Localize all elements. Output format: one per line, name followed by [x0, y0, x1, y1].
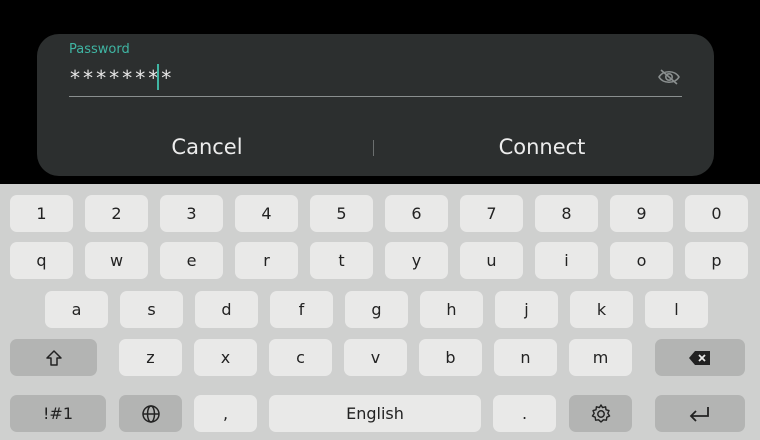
letter-key-label: e: [186, 251, 197, 270]
letter-key-label: j: [524, 300, 529, 319]
letter-key-f[interactable]: f: [270, 291, 333, 328]
letter-key-q[interactable]: q: [10, 242, 73, 279]
letter-key-label: v: [370, 348, 381, 367]
letter-key-n[interactable]: n: [494, 339, 557, 376]
letter-key-label: t: [338, 251, 345, 270]
number-key-4[interactable]: 4: [235, 195, 298, 232]
number-key-2[interactable]: 2: [85, 195, 148, 232]
number-key-label: 1: [36, 204, 47, 223]
letter-key-a[interactable]: a: [45, 291, 108, 328]
letter-key-label: o: [636, 251, 647, 270]
letter-key-label: h: [446, 300, 457, 319]
shift-icon: [45, 349, 63, 367]
enter-icon: [688, 405, 712, 423]
number-key-label: 9: [636, 204, 647, 223]
wifi-password-dialog: Password ******** Cancel Connect: [37, 34, 714, 176]
letter-key-d[interactable]: d: [195, 291, 258, 328]
letter-key-k[interactable]: k: [570, 291, 633, 328]
on-screen-keyboard: !#1 , English . 1 2 3 4 5 6 7 8 9 0 q w …: [0, 184, 760, 440]
number-key-3[interactable]: 3: [160, 195, 223, 232]
letter-key-label: n: [520, 348, 531, 367]
number-key-0[interactable]: 0: [685, 195, 748, 232]
letter-key-w[interactable]: w: [85, 242, 148, 279]
number-key-9[interactable]: 9: [610, 195, 673, 232]
globe-icon: [141, 404, 161, 424]
letter-key-label: q: [36, 251, 47, 270]
space-key-label: English: [346, 404, 404, 423]
number-key-label: 0: [711, 204, 722, 223]
letter-key-v[interactable]: v: [344, 339, 407, 376]
letter-key-z[interactable]: z: [119, 339, 182, 376]
settings-key[interactable]: [569, 395, 632, 432]
letter-key-label: f: [298, 300, 305, 319]
letter-key-l[interactable]: l: [645, 291, 708, 328]
language-key[interactable]: [119, 395, 182, 432]
comma-key[interactable]: ,: [194, 395, 257, 432]
button-divider: [373, 140, 374, 156]
number-key-label: 3: [186, 204, 197, 223]
number-key-7[interactable]: 7: [460, 195, 523, 232]
enter-key[interactable]: [655, 395, 745, 432]
letter-key-e[interactable]: e: [160, 242, 223, 279]
letter-key-label: y: [411, 251, 422, 270]
letter-key-label: l: [674, 300, 679, 319]
letter-key-label: x: [220, 348, 231, 367]
letter-key-c[interactable]: c: [269, 339, 332, 376]
password-label: Password: [69, 42, 130, 57]
letter-key-label: a: [71, 300, 82, 319]
number-key-5[interactable]: 5: [310, 195, 373, 232]
period-key[interactable]: .: [493, 395, 556, 432]
number-key-8[interactable]: 8: [535, 195, 598, 232]
letter-key-o[interactable]: o: [610, 242, 673, 279]
letter-key-label: d: [221, 300, 232, 319]
letter-key-y[interactable]: y: [385, 242, 448, 279]
letter-key-label: z: [146, 348, 155, 367]
letter-key-label: k: [596, 300, 607, 319]
letter-key-s[interactable]: s: [120, 291, 183, 328]
backspace-icon: [688, 349, 712, 367]
letter-key-label: r: [263, 251, 270, 270]
letter-key-r[interactable]: r: [235, 242, 298, 279]
letter-key-label: g: [371, 300, 382, 319]
number-key-label: 2: [111, 204, 122, 223]
backspace-key[interactable]: [655, 339, 745, 376]
connect-button[interactable]: Connect: [467, 130, 617, 164]
letter-key-i[interactable]: i: [535, 242, 598, 279]
number-key-label: 5: [336, 204, 347, 223]
symbols-key-label: !#1: [43, 404, 73, 423]
letter-key-m[interactable]: m: [569, 339, 632, 376]
letter-key-t[interactable]: t: [310, 242, 373, 279]
space-key[interactable]: English: [269, 395, 481, 432]
comma-key-label: ,: [222, 404, 229, 423]
number-key-label: 7: [486, 204, 497, 223]
period-key-label: .: [521, 404, 528, 423]
number-key-label: 8: [561, 204, 572, 223]
letter-key-label: m: [592, 348, 609, 367]
letter-key-h[interactable]: h: [420, 291, 483, 328]
gear-icon: [590, 403, 612, 425]
cancel-button[interactable]: Cancel: [147, 130, 267, 164]
shift-key[interactable]: [10, 339, 97, 376]
letter-key-g[interactable]: g: [345, 291, 408, 328]
letter-key-b[interactable]: b: [419, 339, 482, 376]
letter-key-x[interactable]: x: [194, 339, 257, 376]
symbols-key[interactable]: !#1: [10, 395, 106, 432]
letter-key-label: b: [445, 348, 456, 367]
letter-key-p[interactable]: p: [685, 242, 748, 279]
letter-key-label: s: [147, 300, 156, 319]
number-key-1[interactable]: 1: [10, 195, 73, 232]
text-caret: [157, 64, 159, 90]
letter-key-label: c: [296, 348, 305, 367]
letter-key-u[interactable]: u: [460, 242, 523, 279]
eye-off-icon[interactable]: [657, 68, 681, 86]
number-key-6[interactable]: 6: [385, 195, 448, 232]
letter-key-label: p: [711, 251, 722, 270]
letter-key-label: i: [564, 251, 569, 270]
letter-key-label: w: [109, 251, 124, 270]
number-key-label: 4: [261, 204, 272, 223]
number-key-label: 6: [411, 204, 422, 223]
password-underline: [69, 96, 682, 97]
letter-key-j[interactable]: j: [495, 291, 558, 328]
letter-key-label: u: [486, 251, 497, 270]
